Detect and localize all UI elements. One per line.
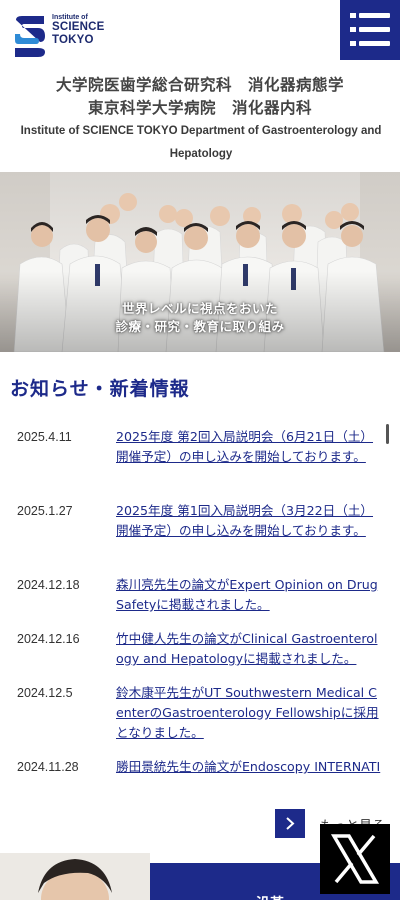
- hero-caption-line2: 診療・研究・教育に取り組み: [115, 319, 285, 334]
- professor-portrait-illustration: [0, 853, 150, 900]
- news-date: 2024.12.16: [17, 632, 80, 646]
- news-scrollbar[interactable]: [386, 424, 389, 444]
- news-heading: お知らせ・新着情報: [10, 378, 190, 400]
- department-title-jp-line1: 大学院医歯学総合研究科 消化器病態学: [55, 76, 344, 94]
- site-header: Institute of SCIENCE TOKYO 大学院医歯学総合研究科 消…: [0, 0, 400, 172]
- news-link[interactable]: 2025年度 第1回入局説明会（3月22日（土）開催予定）の申し込みを開始してお…: [116, 501, 382, 541]
- hero-caption-line1: 世界レベルに視点をおいた: [121, 301, 278, 316]
- news-date: 2024.12.18: [17, 578, 80, 592]
- news-list[interactable]: 2025.4.11 2025年度 第2回入局説明会（6月21日（土）開催予定）の…: [0, 422, 400, 774]
- news-link[interactable]: 勝田景統先生の論文がEndoscopy INTERNATIONAL OPENに掲…: [116, 757, 382, 774]
- department-title-jp-line2: 東京科学大学病院 消化器内科: [87, 99, 312, 117]
- professor-photo: [0, 853, 150, 900]
- news-link[interactable]: 森川亮先生の論文がExpert Opinion on Drug Safetyに掲…: [116, 575, 382, 615]
- history-banner-label: 沿革: [256, 893, 284, 900]
- news-link[interactable]: 竹中健人先生の論文がClinical Gastroenterology and …: [116, 629, 382, 669]
- news-link[interactable]: 鈴木康平先生がUT Southwestern Medical CenterのGa…: [116, 683, 382, 743]
- logo-text-tokyo: TOKYO: [52, 33, 94, 46]
- x-share-button[interactable]: [320, 824, 390, 894]
- department-title-en: Institute of SCIENCE TOKYO Department of…: [20, 125, 382, 160]
- hero-staff-photo: 世界レベルに視点をおいた 診療・研究・教育に取り組み: [0, 172, 400, 352]
- news-date: 2024.11.28: [17, 760, 79, 774]
- science-tokyo-logo-mark-icon: [15, 16, 45, 57]
- news-date: 2025.1.27: [17, 504, 73, 518]
- more-news-button[interactable]: [275, 809, 305, 838]
- x-logo-icon: [330, 834, 380, 884]
- chevron-right-icon: [286, 817, 295, 830]
- news-link[interactable]: 2025年度 第2回入局説明会（6月21日（土）開催予定）の申し込みを開始してお…: [116, 427, 382, 467]
- news-date: 2025.4.11: [17, 430, 72, 444]
- site-logo[interactable]: Institute of SCIENCE TOKYO: [14, 14, 114, 60]
- logo-text-science: SCIENCE: [52, 21, 105, 33]
- logo-small-text: Institute of: [52, 14, 88, 21]
- menu-button[interactable]: [340, 0, 400, 60]
- news-date: 2024.12.5: [17, 686, 73, 700]
